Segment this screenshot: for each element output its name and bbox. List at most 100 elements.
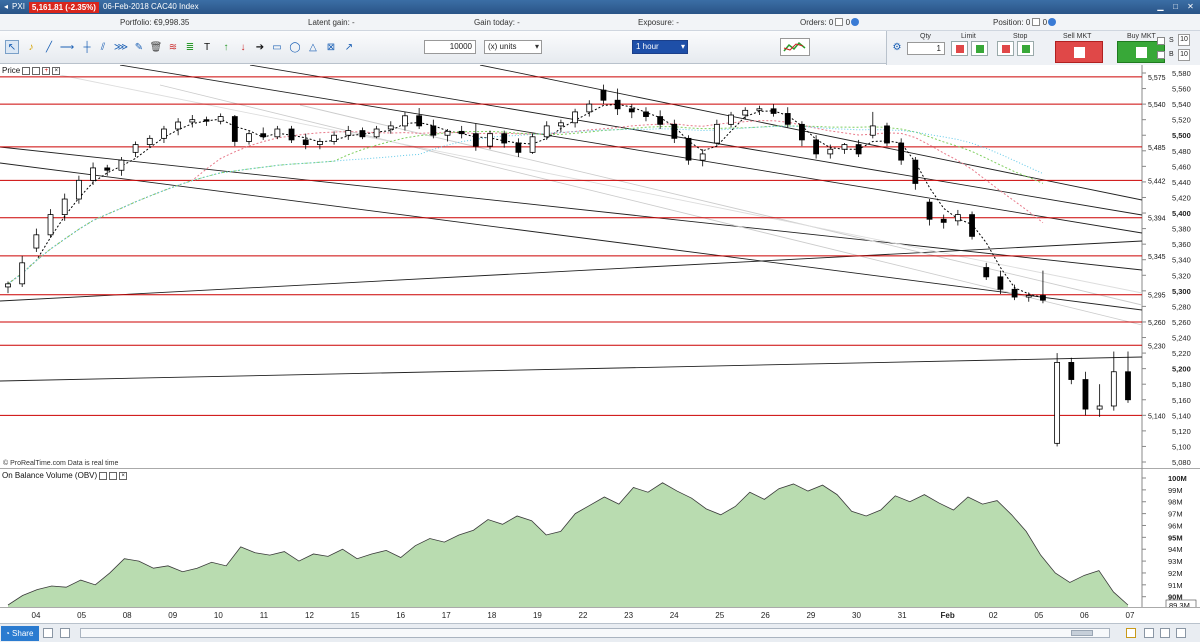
resistance-label: 5,345 [1148,254,1166,261]
stop-sell-button[interactable] [997,41,1014,56]
y-tick-label: 5,240 [1172,334,1191,343]
candle-body-up [543,125,550,138]
candle-body-up [1110,371,1117,407]
candle-body-down [302,139,309,145]
status-window-icon[interactable] [43,628,53,638]
candle-body-up [1054,362,1061,444]
obv-y-tick-label: 91M [1168,581,1183,590]
alert-bell-icon[interactable]: ♪ [24,40,38,54]
x-tick-label: 05 [1034,611,1044,620]
buy-arrow-icon[interactable]: ↑ [219,40,233,54]
share-button[interactable]: ◔ Share [1,626,39,641]
sell-market-button[interactable] [1055,41,1103,63]
panel-add-indicator-icon[interactable]: + [42,66,51,75]
position-count[interactable]: Position: 0 0 [993,18,1057,27]
eraser-icon[interactable]: ✎ [132,40,146,54]
vertical-line-icon[interactable]: ┼ [80,40,94,54]
obv-y-tick-label: 97M [1168,510,1183,519]
y-tick-label: 5,200 [1172,365,1191,374]
wrench-icon[interactable]: ⚙ [890,40,904,54]
pencil-tool-icon[interactable]: ↗ [342,40,356,54]
pointer-tool-icon[interactable]: ↖ [5,40,19,54]
obv-maximize-icon[interactable] [109,471,118,480]
sell-arrow-icon[interactable]: ↓ [236,40,250,54]
close-icon[interactable]: ✕ [1185,1,1196,12]
zigzag-tool-icon[interactable]: ≋ [166,40,180,54]
x-tick-label: 29 [806,611,816,620]
fan-tool-icon[interactable]: ⋙ [114,40,128,54]
x-tick-label: Feb [940,611,955,620]
orders-link-icon[interactable] [851,18,860,26]
chart-style-button[interactable] [780,38,810,56]
x-tick-label: 16 [396,611,406,620]
candle-body-up [869,125,876,136]
x-axis: 04 05 08 09 10 11 12 15 16 17 18 19 22 23 24 25 26 29 30 31… [0,607,1200,623]
candle-body-up [217,116,224,122]
fibonacci-tool-icon[interactable]: ≣ [183,40,197,54]
y-tick-label: 5,340 [1172,256,1191,265]
lock-icon[interactable] [1126,628,1136,638]
obv-close-icon[interactable]: × [119,471,128,480]
qty-label: Qty [920,33,931,40]
channel-tool-icon[interactable]: ⫽ [96,40,110,54]
limit-sell-button[interactable] [951,41,968,56]
menu-arrow-icon[interactable]: ◂ [4,0,8,14]
limit-buy-button[interactable] [971,41,988,56]
b-checkbox[interactable] [1157,51,1165,59]
candle-body-down [784,113,791,125]
x-tick-label: 04 [31,611,41,620]
delete-icon[interactable]: 🗑 [149,40,163,54]
triangle-tool-icon[interactable]: △ [306,40,320,54]
measure-tool-icon[interactable]: ⊠ [324,40,338,54]
x-tick-label: 12 [305,611,314,620]
candle-body-up [146,137,153,145]
candle [529,133,536,154]
chart-scrollbar[interactable] [80,628,1110,638]
buy-icon [1136,47,1147,58]
x-tick-label: 06 [1079,611,1089,620]
panel-maximize-icon[interactable] [32,66,41,75]
y-tick-label: 5,140 [1172,411,1191,420]
account-info-bar: Portfolio: €9,998.35 Latent gain: - Gain… [0,14,1200,31]
orders-window-icon[interactable] [835,18,844,26]
stop-buy-button[interactable] [1017,41,1034,56]
maximize-icon[interactable]: □ [1170,1,1181,12]
obv-y-tick-label: 100M [1168,474,1187,483]
candle-body-down [643,111,649,117]
rectangle-tool-icon[interactable]: ▭ [270,40,284,54]
position-link-icon[interactable] [1048,18,1057,26]
trendline-tool-icon[interactable]: ╱ [42,40,56,54]
zoom-reset-icon[interactable] [1176,628,1186,638]
panel-close-icon[interactable]: × [52,66,61,75]
zoom-out-icon[interactable] [1144,628,1154,638]
panel-settings-icon[interactable] [22,66,31,75]
x-tick-label: 23 [624,611,634,620]
order-qty-input[interactable]: 1 [907,42,945,55]
y-tick-label: 5,120 [1172,427,1191,436]
right-arrow-icon[interactable]: ➔ [253,40,267,54]
orders-zero: 0 [845,18,851,27]
orders-count[interactable]: Orders: 0 0 [800,18,860,27]
horizontal-ray-icon[interactable]: ⟶ [60,40,74,54]
candle [969,211,975,240]
text-tool-icon[interactable]: T [200,40,214,54]
scrollbar-thumb[interactable] [1071,630,1093,636]
obv-chart[interactable]: 90M91M92M93M94M95M96M97M98M99M100M89.3M [0,468,1200,607]
y-tick-label: 5,300 [1172,287,1191,296]
s-checkbox[interactable] [1157,37,1165,45]
timeframe-select[interactable]: 1 hour [632,40,688,54]
quantity-input[interactable]: 10000 [424,40,476,54]
s-value[interactable]: 10 [1178,34,1190,46]
position-window-icon[interactable] [1032,18,1041,26]
resistance-label: 5,575 [1148,75,1166,82]
zoom-in-icon[interactable] [1160,628,1170,638]
b-value[interactable]: 10 [1178,49,1190,61]
candle-body-down [104,167,111,171]
units-select[interactable]: (x) units [484,40,542,54]
obv-settings-icon[interactable] [99,471,108,480]
minimize-icon[interactable]: ▁ [1155,1,1166,12]
status-tile-icon[interactable] [60,628,70,638]
y-tick-label: 5,320 [1172,271,1191,280]
ellipse-tool-icon[interactable]: ◯ [288,40,302,54]
price-chart[interactable]: 5,080 5,100 5,120 5,140 5,160 5,180 5,200 5,220… [0,65,1200,468]
